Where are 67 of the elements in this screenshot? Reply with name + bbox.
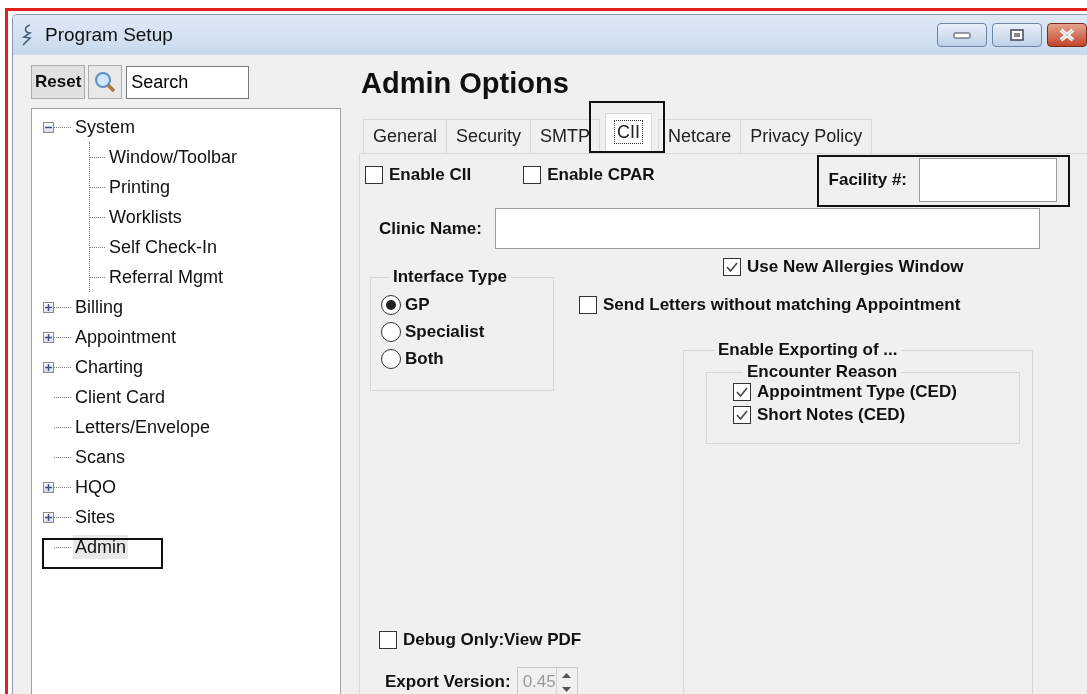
expand-icon[interactable]	[43, 301, 54, 313]
close-icon	[1058, 28, 1076, 42]
field-label: Clinic Name:	[379, 218, 482, 239]
checkbox[interactable]	[379, 631, 397, 649]
tree-item[interactable]: Client Card	[73, 385, 168, 409]
tree-item[interactable]: HQO	[73, 475, 118, 499]
group-title: Enable Exporting of ...	[717, 340, 899, 360]
checkbox-label[interactable]: Enable CII	[389, 165, 472, 185]
reset-button[interactable]: Reset	[31, 65, 86, 99]
tree-item[interactable]: Scans	[73, 445, 128, 469]
app-logo-icon	[21, 24, 35, 46]
checkbox[interactable]	[523, 166, 542, 184]
expand-icon[interactable]	[43, 361, 54, 373]
group-title: Encounter Reason	[746, 362, 899, 382]
tree-item[interactable]: Billing	[73, 295, 126, 319]
radio-label[interactable]: GP	[405, 295, 430, 315]
expand-icon[interactable]	[43, 331, 54, 343]
tab[interactable]: Privacy Policy	[740, 119, 873, 153]
checkbox-label[interactable]: Use New Allergies Window	[747, 257, 964, 277]
tree-item[interactable]: Letters/Envelope	[73, 415, 213, 439]
expand-icon[interactable]	[43, 511, 54, 523]
checkbox-label[interactable]: Enable CPAR	[547, 165, 655, 185]
radio-button[interactable]	[381, 295, 401, 315]
facility-field[interactable]	[919, 158, 1057, 202]
checkbox[interactable]	[579, 296, 597, 314]
minimize-icon	[953, 31, 971, 39]
checkbox[interactable]	[723, 258, 741, 276]
page-heading: Admin Options	[361, 66, 569, 101]
minimize-button[interactable]	[937, 23, 987, 47]
expand-icon[interactable]	[43, 481, 54, 493]
tree-item[interactable]: Printing	[107, 175, 173, 199]
checkbox[interactable]	[733, 406, 751, 424]
tree-item[interactable]: Referral Mgmt	[107, 265, 226, 289]
collapse-icon[interactable]	[43, 121, 54, 133]
search-field[interactable]: Search	[126, 65, 250, 99]
radio-label[interactable]: Both	[405, 349, 444, 369]
checkbox[interactable]	[365, 166, 383, 184]
tab[interactable]: CII	[605, 113, 653, 153]
maximize-icon	[1010, 29, 1024, 41]
radio-button[interactable]	[381, 349, 401, 369]
search-button[interactable]	[88, 65, 123, 99]
window-title: Program Setup	[45, 24, 174, 46]
checkbox-label[interactable]: Send Letters without matching Appointment	[603, 295, 961, 315]
tree-item[interactable]: Appointment	[73, 325, 179, 349]
clinic-name-field[interactable]	[495, 208, 1040, 249]
checkbox[interactable]	[733, 383, 751, 401]
maximize-button[interactable]	[992, 23, 1042, 47]
tab[interactable]: General	[363, 119, 448, 153]
search-icon	[93, 70, 118, 94]
tree-item[interactable]: Self Check-In	[107, 235, 220, 259]
tab[interactable]: SMTP	[530, 119, 601, 153]
checkbox-label[interactable]: Appointment Type (CED)	[757, 382, 957, 402]
field-label: Export Version:	[385, 672, 511, 692]
radio-button[interactable]	[381, 322, 401, 342]
group-title: Interface Type	[392, 267, 508, 287]
tree-item[interactable]: Charting	[73, 355, 146, 379]
tree-item[interactable]: Window/Toolbar	[107, 145, 240, 169]
tree-item[interactable]: Admin	[73, 535, 129, 559]
radio-label[interactable]: Specialist	[405, 322, 485, 342]
close-button[interactable]	[1047, 23, 1087, 47]
checkbox-label[interactable]: Short Notes (CED)	[757, 405, 906, 425]
tab[interactable]: Netcare	[658, 119, 742, 153]
tree-item[interactable]: System	[73, 115, 137, 139]
field-label: Facility #:	[828, 170, 907, 190]
tree-item[interactable]: Sites	[73, 505, 118, 529]
tree-item[interactable]: Worklists	[107, 205, 184, 229]
checkbox-label[interactable]: Debug Only:View PDF	[403, 630, 582, 650]
